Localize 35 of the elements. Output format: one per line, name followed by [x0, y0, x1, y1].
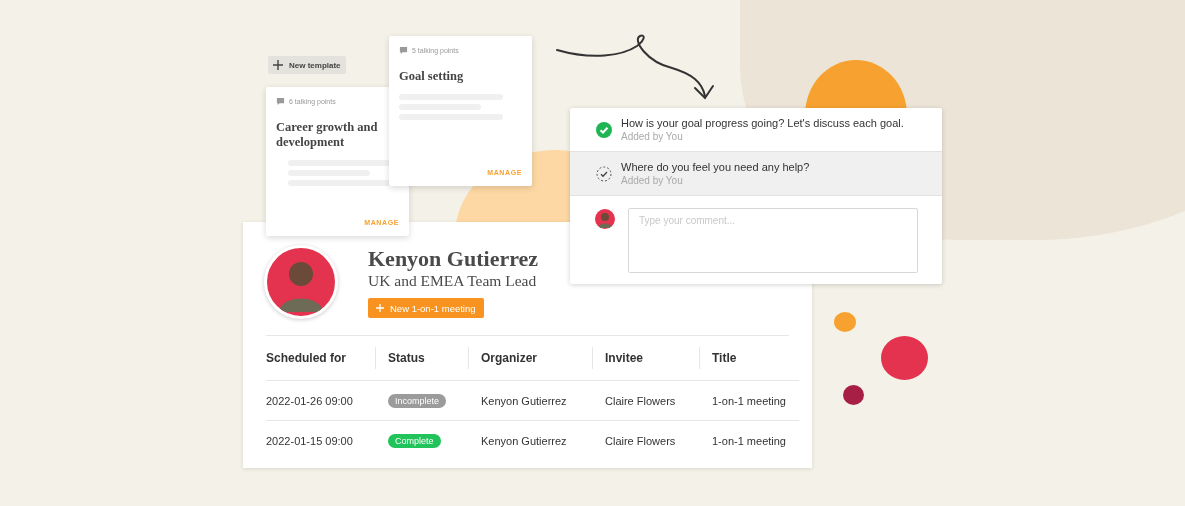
status-badge: Incomplete — [388, 393, 447, 408]
talking-point-row[interactable]: Where do you feel you need any help? Added by You — [570, 152, 942, 196]
template-title: Career growth and development — [276, 120, 379, 150]
person-name: Kenyon Gutierrez — [368, 246, 539, 272]
table-cell-text: Claire Flowers — [604, 394, 677, 407]
column-header: Status — [375, 347, 468, 369]
table-cell-text: Claire Flowers — [604, 434, 677, 447]
author-label: Added by You — [621, 175, 684, 186]
table-cell-text: 1-on-1 meeting — [711, 434, 787, 447]
column-header: Scheduled for — [266, 351, 347, 365]
column-header: Invitee — [592, 347, 699, 369]
talking-point-text: Where do you feel you need any help? — [621, 161, 810, 173]
column-header: Organizer — [468, 347, 592, 369]
plus-icon — [273, 60, 283, 70]
table-cell-text: 1-on-1 meeting — [711, 394, 787, 407]
talking-point-text: How is your goal progress going? Let's discuss each goal. — [621, 117, 904, 129]
speech-bubble-icon — [399, 46, 408, 55]
decorative-blob — [881, 336, 928, 380]
new-template-button[interactable]: New template — [268, 56, 346, 74]
person-role: UK and EMEA Team Lead — [368, 272, 538, 290]
status-badge: Complete — [388, 433, 441, 448]
table-cell-text: 2022-01-26 09:00 — [266, 394, 354, 407]
unchecked-circle-icon[interactable] — [596, 165, 612, 182]
checked-circle-icon[interactable] — [596, 121, 612, 138]
table-cell-text: 2022-01-15 09:00 — [266, 434, 354, 447]
template-title: Goal setting — [399, 69, 465, 84]
avatar-silhouette — [594, 208, 616, 230]
table-cell-text: Kenyon Gutierrez — [480, 434, 568, 447]
speech-bubble-icon — [276, 97, 285, 106]
decorative-dot — [843, 385, 864, 405]
decorative-dot — [834, 312, 856, 332]
plus-icon — [376, 304, 384, 312]
column-header: Title — [699, 347, 789, 369]
table-cell-text: Kenyon Gutierrez — [480, 394, 568, 407]
author-label: Added by You — [621, 131, 684, 142]
